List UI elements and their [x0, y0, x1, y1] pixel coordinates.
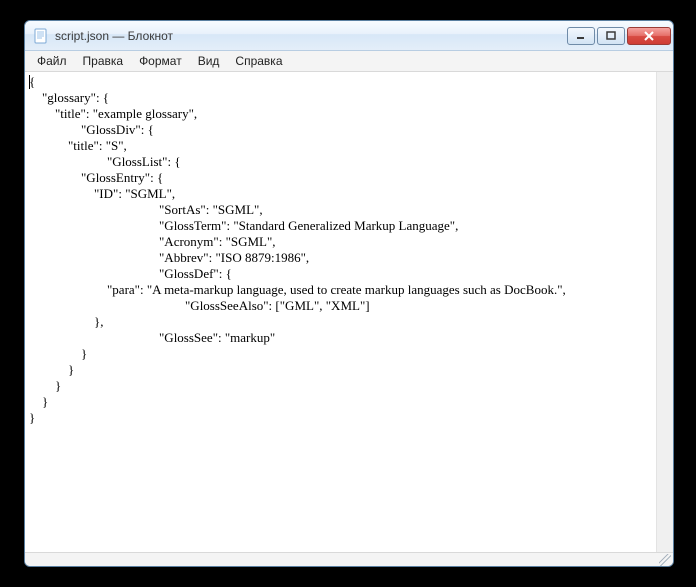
menu-file[interactable]: Файл: [29, 51, 75, 71]
menu-format[interactable]: Формат: [131, 51, 190, 71]
resize-grip-icon[interactable]: [659, 554, 671, 566]
window-controls: [567, 27, 671, 45]
close-button[interactable]: [627, 27, 671, 45]
menu-view[interactable]: Вид: [190, 51, 228, 71]
statusbar: [25, 552, 673, 566]
titlebar[interactable]: script.json — Блокнот: [25, 21, 673, 51]
menu-help[interactable]: Справка: [227, 51, 290, 71]
maximize-button[interactable]: [597, 27, 625, 45]
text-editor[interactable]: { "glossary": { "title": "example glossa…: [25, 72, 673, 552]
menu-edit[interactable]: Правка: [75, 51, 132, 71]
editor-content: { "glossary": { "title": "example glossa…: [29, 74, 566, 425]
notepad-icon: [33, 28, 49, 44]
minimize-button[interactable]: [567, 27, 595, 45]
menubar: Файл Правка Формат Вид Справка: [25, 51, 673, 72]
app-window: script.json — Блокнот Файл Правка Формат…: [24, 20, 674, 567]
window-title: script.json — Блокнот: [55, 29, 567, 43]
vertical-scrollbar[interactable]: [656, 72, 673, 552]
